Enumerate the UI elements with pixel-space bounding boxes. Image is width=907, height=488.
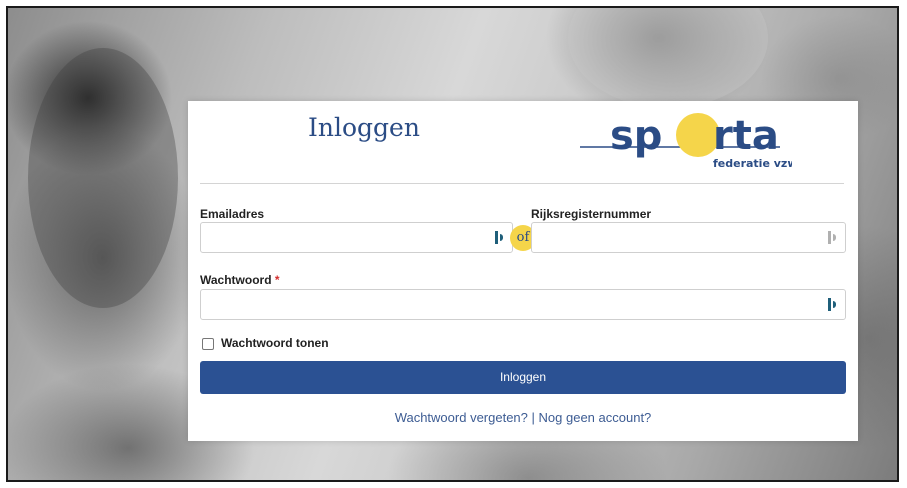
- register-link[interactable]: Nog geen account?: [539, 410, 652, 425]
- password-label: Wachtwoord *: [200, 273, 280, 287]
- password-manager-icon[interactable]: [828, 298, 836, 311]
- login-card: Inloggen sp rta federatie vzw Emailadres…: [188, 101, 858, 441]
- show-password-label[interactable]: Wachtwoord tonen: [221, 336, 329, 350]
- background-photo: Inloggen sp rta federatie vzw Emailadres…: [6, 6, 899, 482]
- show-password-checkbox[interactable]: [202, 338, 214, 350]
- header-divider: [200, 183, 844, 184]
- password-manager-icon[interactable]: [828, 231, 836, 244]
- password-manager-icon[interactable]: [495, 231, 503, 244]
- account-links: Wachtwoord vergeten? | Nog geen account?: [188, 410, 858, 425]
- rijksregister-field[interactable]: [531, 222, 846, 253]
- email-label: Emailadres: [200, 207, 265, 221]
- email-field[interactable]: [200, 222, 513, 253]
- required-mark: *: [274, 273, 280, 287]
- forgot-password-link[interactable]: Wachtwoord vergeten?: [395, 410, 528, 425]
- links-separator: |: [531, 410, 535, 425]
- logo-tagline: federatie vzw: [713, 157, 792, 170]
- rijksregister-label: Rijksregisternummer: [531, 207, 652, 221]
- logo-wordmark-rta: rta: [713, 113, 779, 159]
- password-label-text: Wachtwoord: [200, 273, 272, 287]
- login-button[interactable]: Inloggen: [200, 361, 846, 394]
- background-figure-right: [568, 8, 768, 108]
- logo-wordmark-sp: sp: [610, 113, 662, 159]
- password-field[interactable]: [200, 289, 846, 320]
- page-title: Inloggen: [308, 113, 420, 142]
- background-figure-left: [28, 48, 178, 308]
- sporta-logo: sp rta federatie vzw: [580, 113, 792, 170]
